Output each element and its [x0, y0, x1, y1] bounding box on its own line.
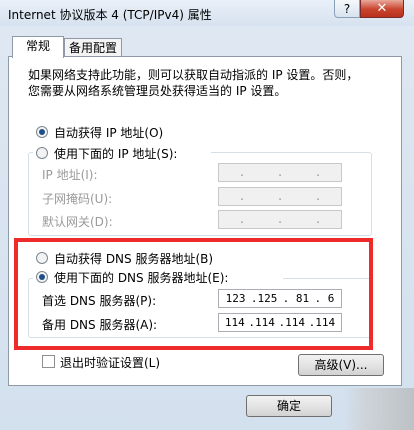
window-title: Internet 协议版本 4 (TCP/IPv4) 属性 — [8, 8, 212, 22]
dns-highlight-box — [14, 238, 373, 350]
manual-ip-radio[interactable] — [36, 147, 48, 159]
validate-settings-checkbox[interactable] — [42, 355, 55, 368]
default-gateway-label: 默认网关(D): — [42, 215, 113, 229]
help-button[interactable]: ? — [334, 0, 360, 18]
subnet-mask-label: 子网掩码(U): — [42, 192, 113, 206]
description: 如果网络支持此功能，则可以获取自动指派的 IP 设置。否则， 您需要从网络系统管… — [28, 67, 388, 99]
tab-general-cover[interactable]: 常规 — [12, 36, 64, 58]
ip-address-label: IP 地址(I): — [42, 168, 98, 182]
subnet-mask-field: ... — [218, 187, 342, 206]
ok-button[interactable]: 确定 — [246, 395, 332, 417]
validate-settings-label[interactable]: 退出时验证设置(L) — [60, 354, 160, 371]
advanced-button[interactable]: 高级(V)... — [298, 354, 384, 376]
description-line-1: 如果网络支持此功能，则可以获取自动指派的 IP 设置。否则， — [28, 68, 359, 82]
default-gateway-field: ... — [218, 210, 342, 229]
close-button[interactable]: ✕ — [360, 0, 404, 18]
auto-ip-label[interactable]: 自动获得 IP 地址(O) — [54, 124, 163, 141]
ip-address-field: ... — [218, 163, 342, 182]
description-line-2: 您需要从网络系统管理员处获得适当的 IP 设置。 — [28, 84, 287, 98]
auto-ip-radio[interactable] — [36, 126, 48, 138]
blurred-corner — [344, 388, 414, 430]
manual-ip-label[interactable]: 使用下面的 IP 地址(S): — [54, 145, 177, 162]
tab-alternate-config[interactable]: 备用配置 — [64, 38, 122, 58]
